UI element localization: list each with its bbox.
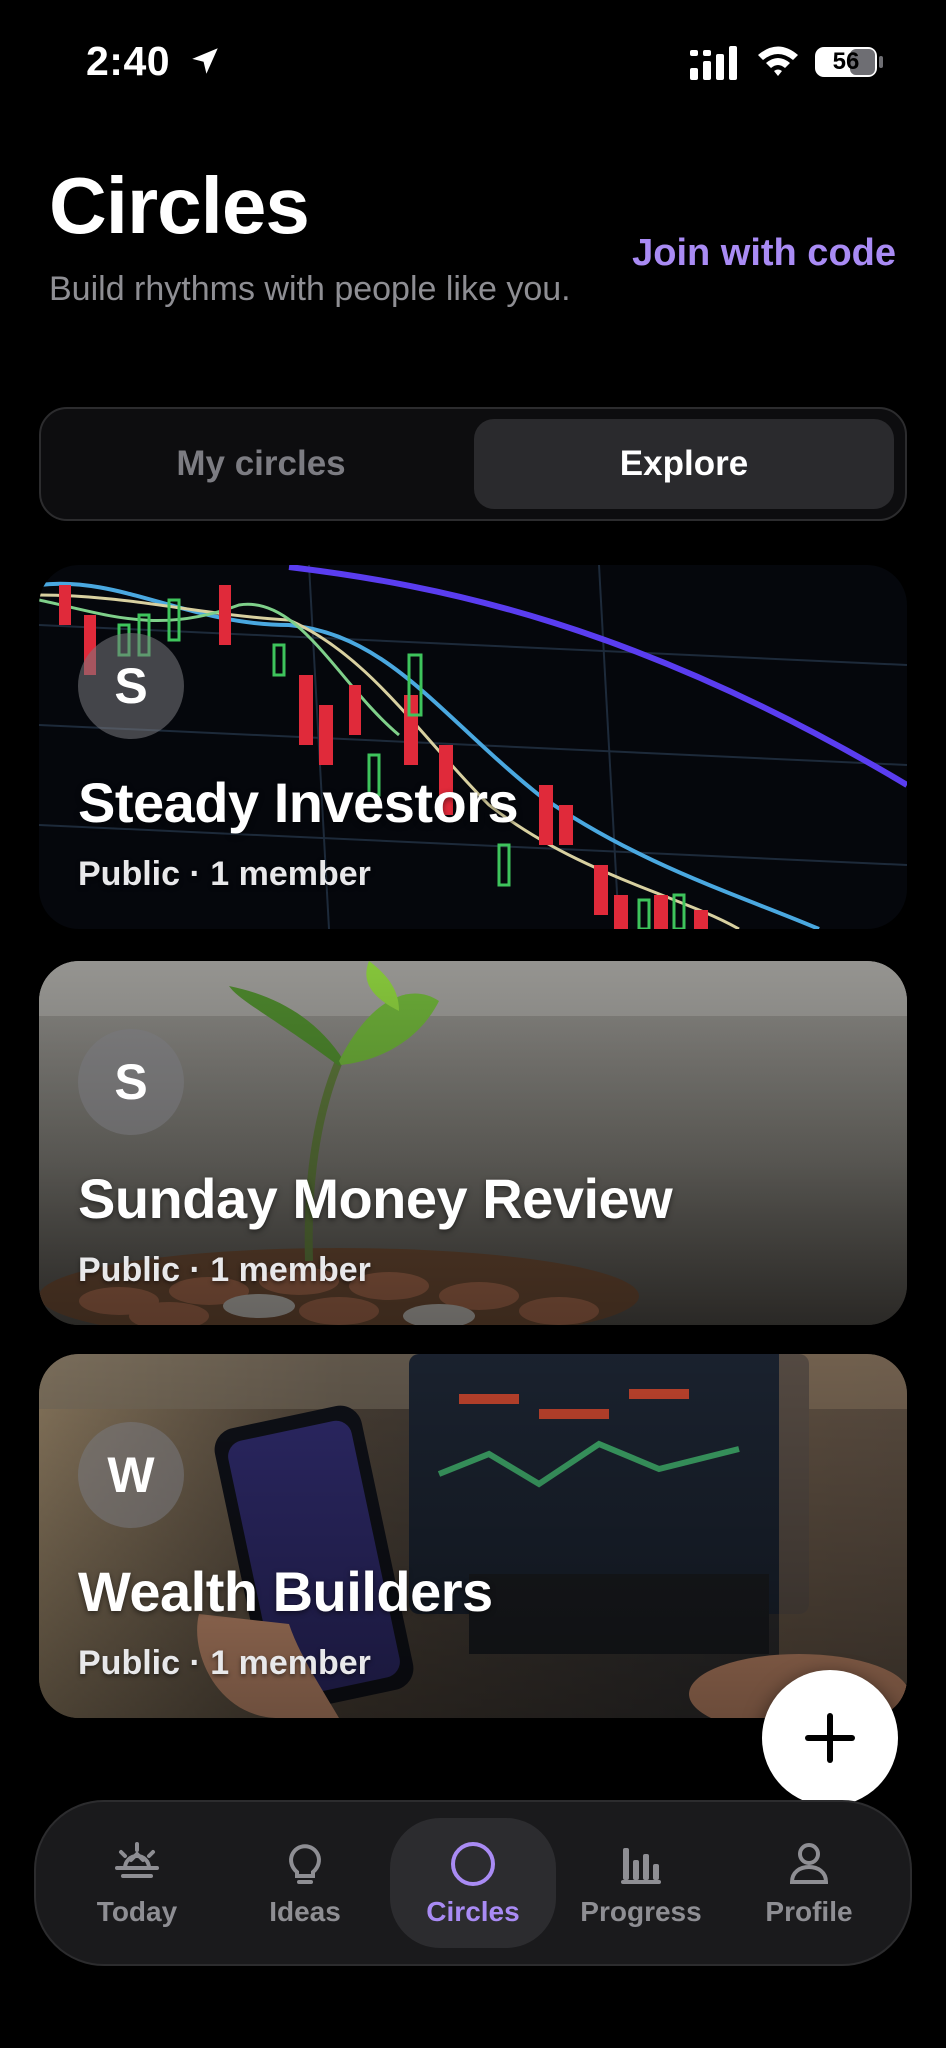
tab-label: Profile	[765, 1896, 853, 1927]
tab-progress[interactable]: Progress	[558, 1818, 724, 1948]
bar-chart-icon	[621, 1848, 661, 1884]
tab-label: Circles	[426, 1896, 520, 1927]
tab-label: Today	[96, 1896, 178, 1927]
circle-name: Wealth Builders	[78, 1560, 493, 1623]
circle-icon	[451, 1842, 495, 1886]
create-circle-button[interactable]	[762, 1670, 898, 1806]
page-title: Circles	[49, 161, 310, 250]
tab-circles[interactable]: Circles	[390, 1818, 556, 1948]
circle-name: Steady Investors	[78, 771, 519, 834]
person-icon	[789, 1843, 829, 1884]
cellular-signal-icon	[690, 46, 737, 80]
tab-explore[interactable]: Explore	[474, 419, 894, 509]
status-time: 2:40	[86, 38, 171, 84]
circle-card-wealth-builders[interactable]: W Wealth Builders Public · 1 member	[39, 1354, 907, 1718]
sunrise-icon	[115, 1842, 159, 1878]
tab-my-circles[interactable]: My circles	[51, 419, 471, 509]
circles-segmented-control: My circles Explore	[39, 407, 907, 521]
status-bar: 2:40 56	[0, 38, 946, 88]
circle-avatar: W	[78, 1422, 184, 1528]
plus-icon	[805, 1713, 855, 1763]
battery-icon: 56	[814, 46, 884, 78]
page-subtitle: Build rhythms with people like you.	[49, 270, 571, 308]
circle-avatar: S	[78, 1029, 184, 1135]
circle-meta: Public · 1 member	[78, 855, 371, 893]
lightbulb-icon	[289, 1844, 321, 1884]
battery-level: 56	[832, 48, 860, 75]
circle-name: Sunday Money Review	[78, 1167, 673, 1230]
circle-card-sunday-money-review[interactable]: S Sunday Money Review Public · 1 member	[39, 961, 907, 1325]
circle-meta: Public · 1 member	[78, 1251, 371, 1289]
bottom-tab-bar: Today Ideas Circles Progress Profile	[34, 1800, 912, 1966]
circle-card-steady-investors[interactable]: S Steady Investors Public · 1 member	[39, 565, 907, 929]
tab-label: Ideas	[269, 1896, 341, 1927]
tab-profile[interactable]: Profile	[726, 1818, 892, 1948]
tab-ideas[interactable]: Ideas	[222, 1818, 388, 1948]
wifi-icon	[758, 46, 798, 76]
circle-avatar: S	[78, 633, 184, 739]
tab-today[interactable]: Today	[54, 1818, 220, 1948]
join-with-code-link[interactable]: Join with code	[632, 232, 896, 275]
tab-label: Progress	[580, 1896, 702, 1927]
circle-meta: Public · 1 member	[78, 1644, 371, 1682]
location-arrow-icon	[192, 48, 218, 74]
